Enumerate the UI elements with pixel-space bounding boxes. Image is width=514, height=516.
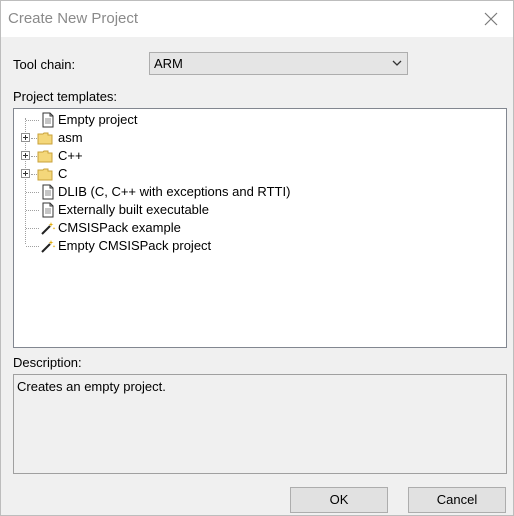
description-text: Creates an empty project. [17,379,166,394]
tree-item-cpp[interactable]: C++ [14,147,504,165]
description-box: Creates an empty project. [13,374,507,474]
tree-item-label: Empty project [58,112,138,127]
tree-item-label: C++ [58,148,83,163]
tree-item-label: Empty CMSISPack project [58,238,212,253]
tree-item-cmsispack-example[interactable]: CMSISPack example [14,219,504,237]
tree-item-label: Externally built executable [58,202,210,217]
chevron-down-icon [392,60,402,66]
expand-plus-icon[interactable] [21,151,30,160]
document-icon [42,202,54,218]
tree-item-asm[interactable]: asm [14,129,504,147]
toolchain-select[interactable]: ARM [149,52,408,75]
folder-icon [37,150,53,163]
project-templates-label: Project templates: [13,89,118,104]
tree-item-empty-cmsispack-project[interactable]: Empty CMSISPack project [14,237,504,255]
title-bar: Create New Project [1,1,513,37]
folder-icon [37,132,53,145]
document-icon [42,184,54,200]
create-new-project-dialog: Create New Project Tool chain: ARM Proje… [0,0,514,516]
cancel-button[interactable]: Cancel [408,487,506,513]
tree-item-label: DLIB (C, C++ with exceptions and RTTI) [58,184,291,199]
ok-button[interactable]: OK [290,487,388,513]
close-icon [484,12,498,26]
project-templates-tree[interactable]: Empty project asm C++ C DLIB (C, C++ wit… [13,108,507,348]
dialog-title: Create New Project [8,10,139,27]
document-icon [42,112,54,128]
close-button[interactable] [469,1,513,37]
tree-item-c[interactable]: C [14,165,504,183]
tree-item-dlib[interactable]: DLIB (C, C++ with exceptions and RTTI) [14,183,504,201]
expand-plus-icon[interactable] [21,133,30,142]
wand-icon [41,222,56,235]
description-label: Description: [13,355,82,370]
toolchain-selected-value: ARM [154,56,183,71]
tree-item-externally-built[interactable]: Externally built executable [14,201,504,219]
toolchain-label: Tool chain: [13,57,76,72]
tree-item-empty-project[interactable]: Empty project [14,111,504,129]
wand-icon [41,240,56,253]
tree-item-label: C [58,166,68,181]
tree-item-label: asm [58,130,83,145]
tree-item-label: CMSISPack example [58,220,181,235]
folder-icon [37,168,53,181]
expand-plus-icon[interactable] [21,169,30,178]
